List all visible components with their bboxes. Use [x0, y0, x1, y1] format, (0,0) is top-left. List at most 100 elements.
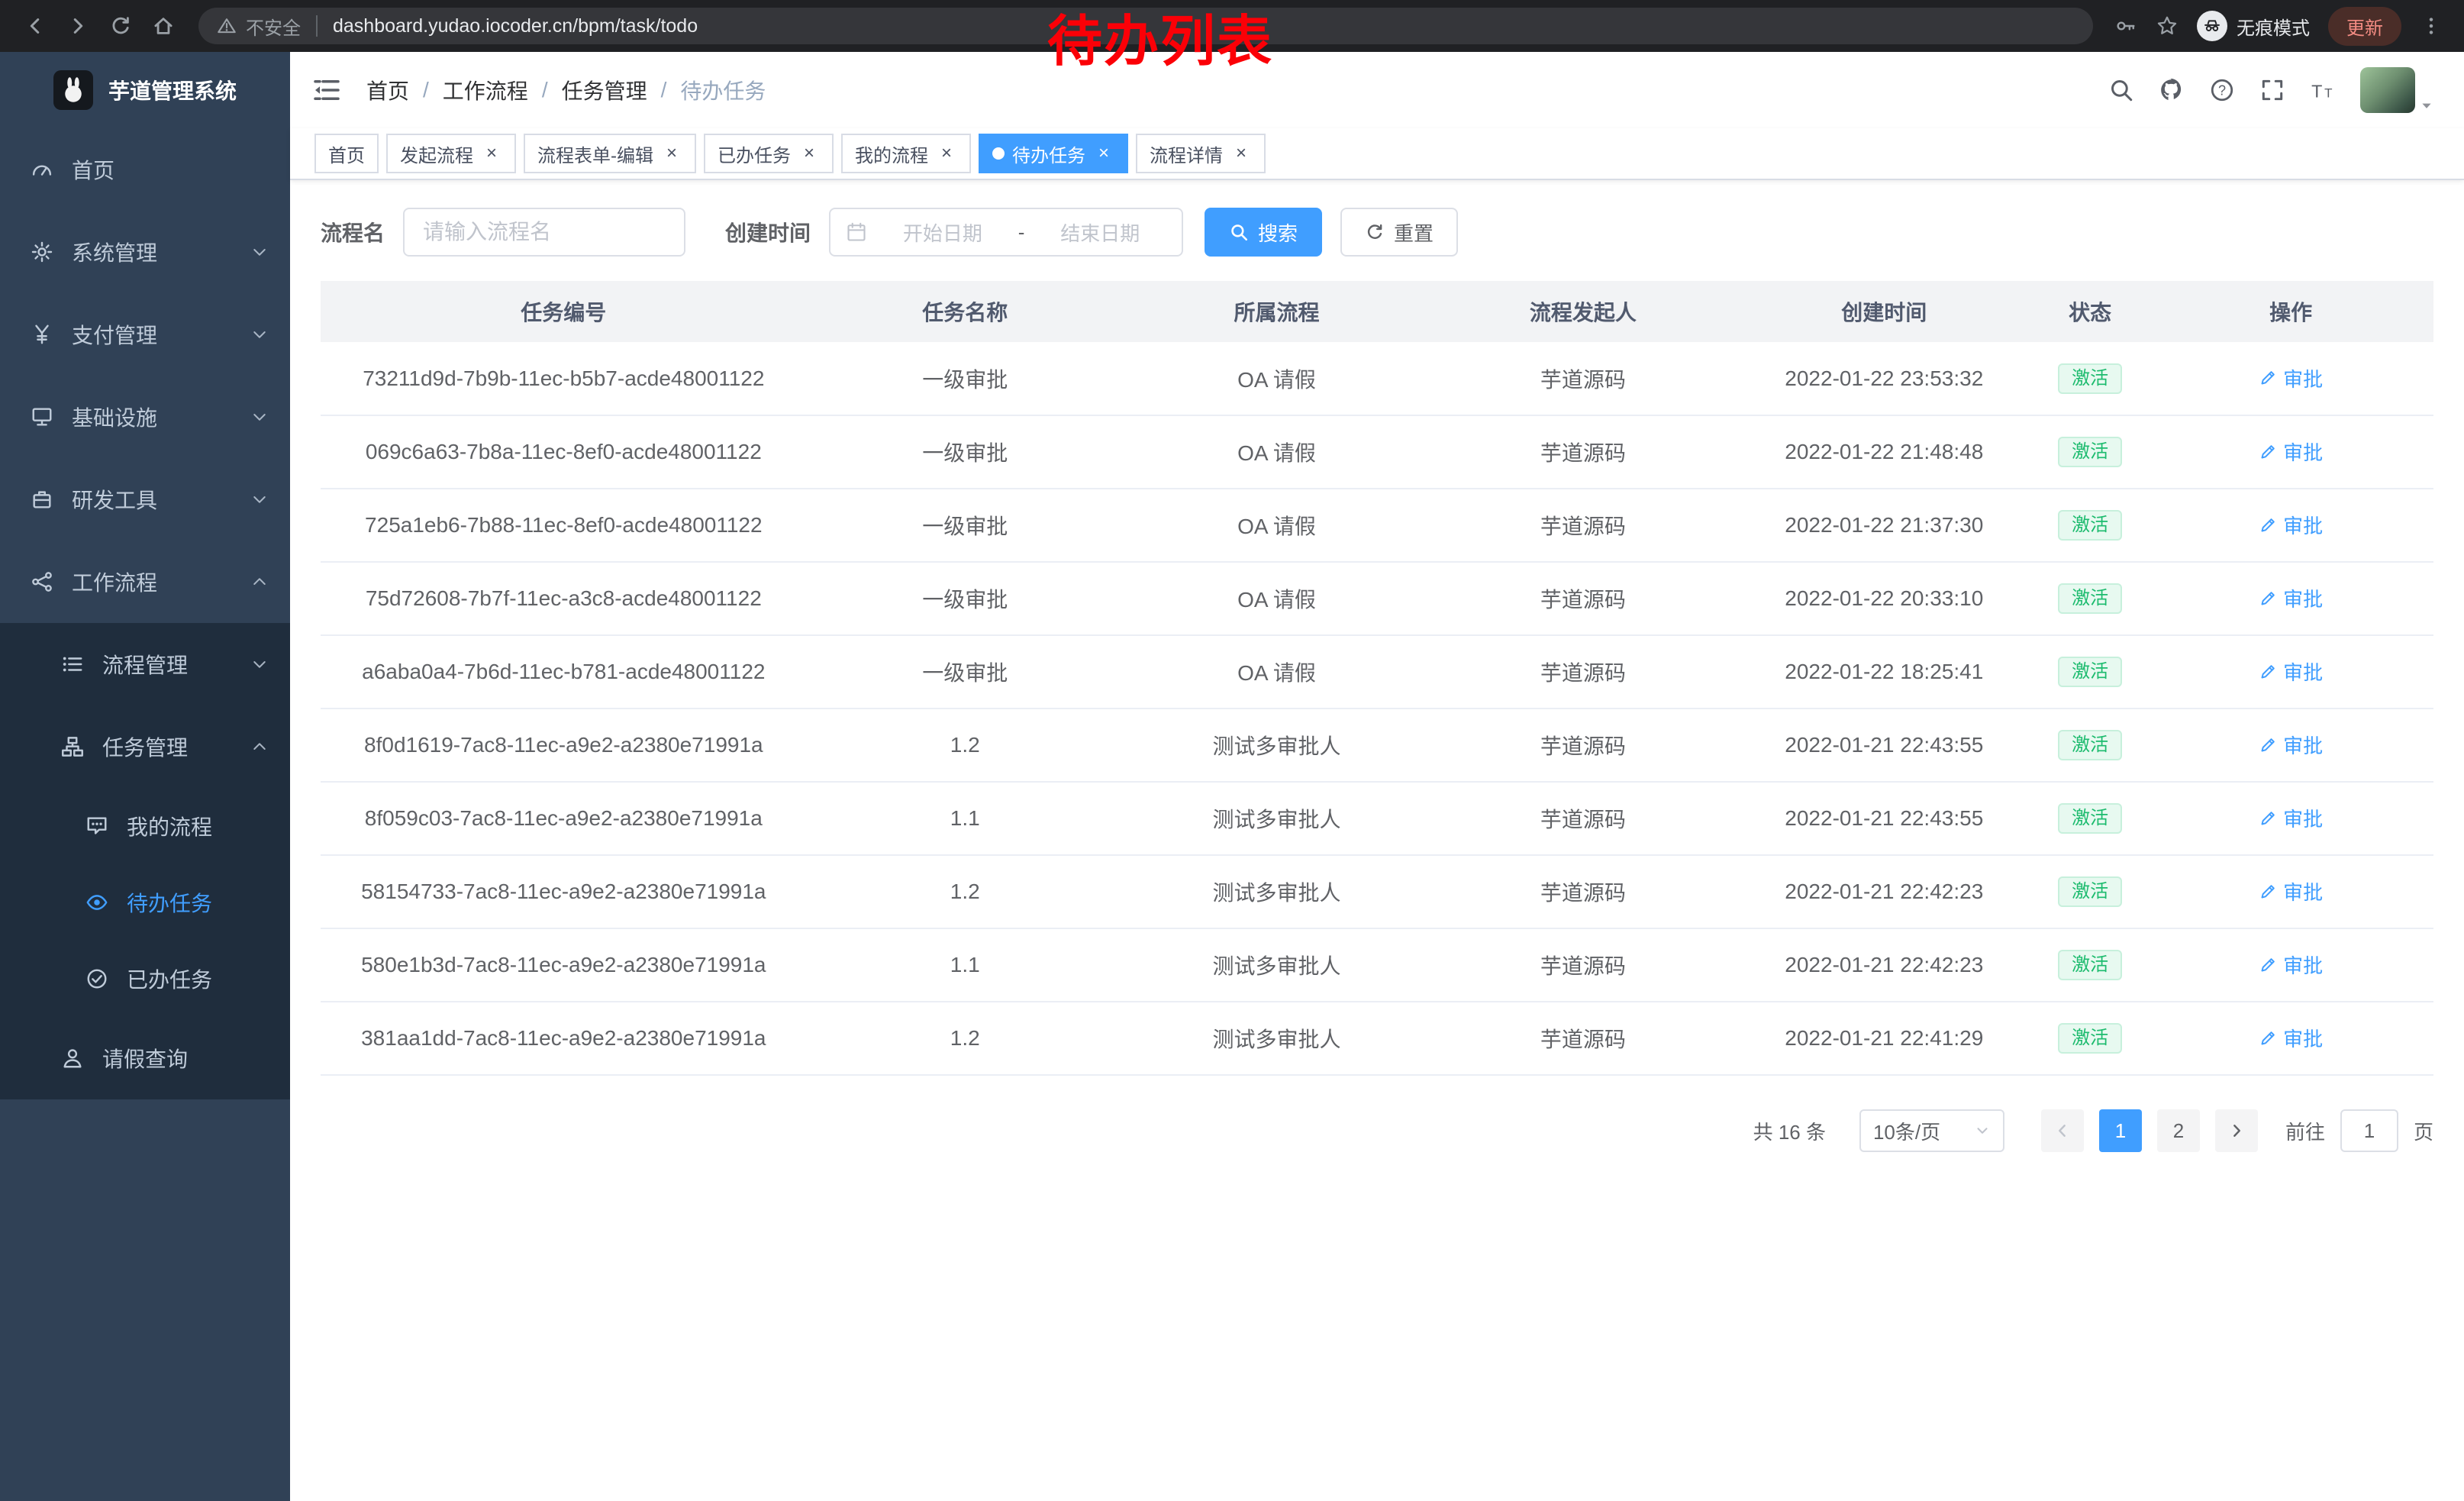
- tab-form-edit[interactable]: 流程表单-编辑×: [524, 134, 696, 173]
- close-icon[interactable]: ×: [661, 143, 682, 164]
- close-icon[interactable]: ×: [1093, 143, 1114, 164]
- sidebar-item-leave-query[interactable]: 请假查询: [0, 1017, 290, 1099]
- process-cell: 测试多审批人: [1124, 1002, 1430, 1075]
- sidebar-item-infrastructure[interactable]: 基础设施: [0, 376, 290, 458]
- task-id-cell: 381aa1dd-7ac8-11ec-a9e2-a2380e71991a: [321, 1002, 807, 1075]
- approve-link[interactable]: 审批: [2259, 437, 2323, 466]
- approve-link[interactable]: 审批: [2259, 1024, 2323, 1052]
- breadcrumb-item[interactable]: 任务管理: [562, 75, 647, 105]
- approve-link[interactable]: 审批: [2259, 877, 2323, 905]
- page-button-1[interactable]: 1: [2099, 1109, 2142, 1152]
- prev-page-button[interactable]: [2041, 1109, 2084, 1152]
- sidebar-item-task-manage[interactable]: 任务管理: [0, 705, 290, 788]
- app-logo[interactable]: 芋道管理系统: [0, 52, 290, 128]
- chevron-up-icon: [250, 573, 269, 591]
- tab-todo-tasks[interactable]: 待办任务×: [979, 134, 1128, 173]
- sidebar-item-payment-manage[interactable]: 支付管理: [0, 293, 290, 376]
- approve-link[interactable]: 审批: [2259, 584, 2323, 612]
- next-page-button[interactable]: [2215, 1109, 2258, 1152]
- tab-my-process[interactable]: 我的流程×: [841, 134, 971, 173]
- update-label: 更新: [2346, 13, 2383, 40]
- sidebar-item-system-manage[interactable]: 系统管理: [0, 211, 290, 293]
- approve-link[interactable]: 审批: [2259, 364, 2323, 392]
- column-header: 状态: [2032, 281, 2148, 342]
- sidebar-menu: 首页系统管理支付管理基础设施研发工具工作流程流程管理任务管理我的流程待办任务已办…: [0, 128, 290, 1099]
- process-name-label: 流程名: [321, 217, 385, 247]
- avatar[interactable]: [2360, 67, 2415, 113]
- created-time-cell: 2022-01-21 22:43:55: [1737, 782, 2033, 855]
- breadcrumb-item[interactable]: 首页: [366, 75, 409, 105]
- date-range-picker[interactable]: 开始日期 - 结束日期: [829, 208, 1183, 257]
- goto-page-input[interactable]: [2340, 1109, 2398, 1152]
- refresh-icon[interactable]: [101, 6, 140, 46]
- fullscreen-icon[interactable]: [2259, 77, 2285, 103]
- search-icon[interactable]: [2108, 77, 2134, 103]
- process-name-input[interactable]: [403, 208, 685, 257]
- approve-label: 审批: [2283, 804, 2323, 832]
- column-header: 任务名称: [807, 281, 1124, 342]
- sidebar-item-home[interactable]: 首页: [0, 128, 290, 211]
- sidebar-item-todo-task[interactable]: 待办任务: [0, 864, 290, 941]
- sidebar-item-process-manage[interactable]: 流程管理: [0, 623, 290, 705]
- action-cell: 审批: [2148, 709, 2433, 782]
- tab-home[interactable]: 首页: [314, 134, 379, 173]
- close-icon[interactable]: ×: [1230, 143, 1252, 164]
- more-menu-icon[interactable]: [2420, 15, 2443, 37]
- approve-link[interactable]: 审批: [2259, 804, 2323, 832]
- search-button[interactable]: 搜索: [1205, 208, 1322, 257]
- sidebar-item-workflow[interactable]: 工作流程: [0, 541, 290, 623]
- action-cell: 审批: [2148, 635, 2433, 709]
- user-menu[interactable]: [2360, 67, 2433, 113]
- tab-label: 首页: [328, 140, 365, 167]
- page-size-select[interactable]: 10条/页: [1859, 1109, 2004, 1152]
- close-icon[interactable]: ×: [481, 143, 502, 164]
- update-button[interactable]: 更新: [2328, 7, 2401, 46]
- task-name-cell: 一级审批: [807, 489, 1124, 562]
- key-icon[interactable]: [2114, 15, 2137, 37]
- forward-icon[interactable]: [58, 6, 98, 46]
- approve-link[interactable]: 审批: [2259, 657, 2323, 686]
- back-icon[interactable]: [15, 6, 55, 46]
- status-badge: 激活: [2058, 583, 2122, 614]
- browser-window: 不安全 dashboard.yudao.iocoder.cn/bpm/task/…: [0, 0, 2464, 1501]
- chevron-down-icon: [250, 490, 269, 508]
- breadcrumb-item[interactable]: 工作流程: [443, 75, 528, 105]
- edit-icon: [2259, 809, 2277, 828]
- sidebar-item-devtools[interactable]: 研发工具: [0, 458, 290, 541]
- sidebar: 芋道管理系统 首页系统管理支付管理基础设施研发工具工作流程流程管理任务管理我的流…: [0, 52, 290, 1501]
- tab-done-tasks[interactable]: 已办任务 ×: [704, 134, 834, 173]
- initiator-cell: 芋道源码: [1430, 635, 1736, 709]
- sidebar-item-done-task[interactable]: 已办任务: [0, 941, 290, 1017]
- help-icon[interactable]: ?: [2209, 77, 2235, 103]
- page-button-2[interactable]: 2: [2157, 1109, 2200, 1152]
- status-cell: 激活: [2032, 562, 2148, 635]
- logo-image: [53, 70, 93, 110]
- process-cell: 测试多审批人: [1124, 855, 1430, 928]
- tab-start-process[interactable]: 发起流程×: [386, 134, 516, 173]
- sidebar-item-my-process[interactable]: 我的流程: [0, 788, 290, 864]
- font-size-icon[interactable]: TT: [2310, 77, 2336, 103]
- breadcrumb-separator: /: [542, 78, 548, 102]
- star-icon[interactable]: [2156, 15, 2179, 37]
- approve-link[interactable]: 审批: [2259, 511, 2323, 539]
- approve-link[interactable]: 审批: [2259, 951, 2323, 979]
- dashboard-icon: [31, 158, 53, 181]
- close-icon[interactable]: ×: [936, 143, 957, 164]
- home-icon[interactable]: [144, 6, 183, 46]
- task-id-cell: 73211d9d-7b9b-11ec-b5b7-acde48001122: [321, 342, 807, 415]
- close-icon[interactable]: ×: [798, 143, 820, 164]
- edit-icon: [2259, 883, 2277, 901]
- tab-label: 已办任务: [718, 140, 791, 167]
- hamburger-icon[interactable]: [311, 75, 342, 105]
- github-icon[interactable]: [2159, 77, 2185, 103]
- created-time-cell: 2022-01-21 22:43:55: [1737, 709, 2033, 782]
- table-header-row: 任务编号任务名称所属流程流程发起人创建时间状态操作: [321, 281, 2433, 342]
- task-id-cell: 75d72608-7b7f-11ec-a3c8-acde48001122: [321, 562, 807, 635]
- process-cell: 测试多审批人: [1124, 782, 1430, 855]
- table-row: 8f0d1619-7ac8-11ec-a9e2-a2380e71991a1.2测…: [321, 709, 2433, 782]
- reset-button[interactable]: 重置: [1340, 208, 1458, 257]
- top-navbar: 首页/工作流程/任务管理/待办任务 ? TT: [290, 52, 2464, 128]
- approve-link[interactable]: 审批: [2259, 731, 2323, 759]
- end-date-placeholder: 结束日期: [1034, 218, 1166, 247]
- tab-process-detail[interactable]: 流程详情×: [1136, 134, 1266, 173]
